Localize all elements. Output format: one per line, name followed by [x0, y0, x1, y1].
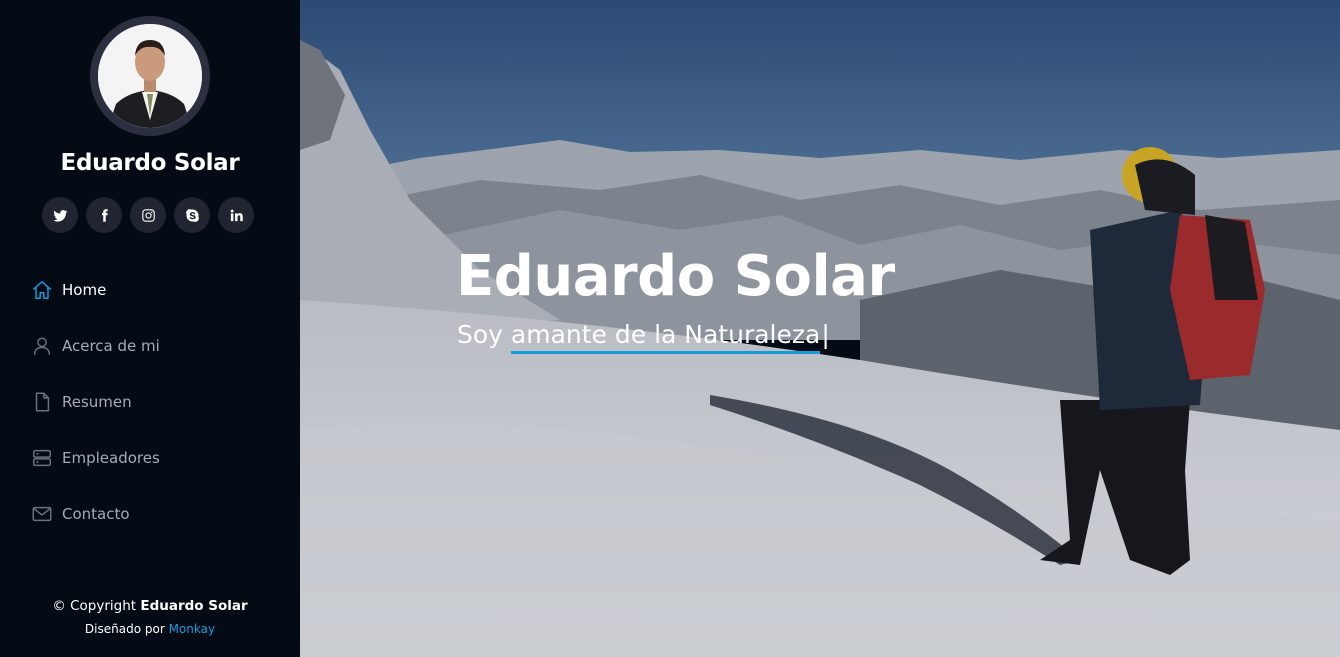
- hero-subtitle: Soy amante de la Naturaleza|: [457, 320, 830, 354]
- nav-label-home: Home: [62, 281, 107, 299]
- hero-section: Eduardo Solar Soy amante de la Naturalez…: [300, 0, 1340, 657]
- nav-item-about[interactable]: Acerca de mi: [0, 318, 300, 374]
- social-links: [42, 197, 254, 233]
- nav-label-resume: Resumen: [62, 393, 132, 411]
- instagram-icon: [141, 208, 155, 222]
- facebook-icon: [101, 208, 108, 222]
- hero-title: Eduardo Solar: [456, 244, 895, 309]
- nav-item-resume[interactable]: Resumen: [0, 374, 300, 430]
- nav-label-employers: Empleadores: [62, 449, 160, 467]
- profile-avatar: [90, 16, 210, 136]
- typing-cursor: |: [821, 320, 830, 349]
- nav-label-contact: Contacto: [62, 505, 130, 523]
- file-icon: [31, 391, 53, 413]
- profile-name: Eduardo Solar: [60, 150, 240, 176]
- nav-item-employers[interactable]: Empleadores: [0, 430, 300, 486]
- copyright: © Copyright Eduardo Solar: [0, 598, 300, 614]
- user-icon: [31, 335, 53, 357]
- server-icon: [31, 447, 53, 469]
- nav-label-about: Acerca de mi: [62, 337, 160, 355]
- copyright-prefix: © Copyright: [52, 598, 141, 614]
- credits: Diseñado por Monkay: [0, 622, 300, 636]
- sidebar-footer: © Copyright Eduardo Solar Diseñado por M…: [0, 598, 300, 636]
- linkedin-link[interactable]: [218, 197, 254, 233]
- main-nav: Home Acerca de mi Resumen Empleadores Co…: [0, 262, 300, 542]
- skype-link[interactable]: [174, 197, 210, 233]
- envelope-icon: [31, 503, 53, 525]
- credits-prefix: Diseñado por: [84, 622, 169, 636]
- facebook-link[interactable]: [86, 197, 122, 233]
- linkedin-icon: [230, 209, 243, 221]
- twitter-link[interactable]: [42, 197, 78, 233]
- hero-typed-text: amante de la Naturaleza: [510, 320, 821, 354]
- copyright-name: Eduardo Solar: [140, 598, 248, 614]
- instagram-link[interactable]: [130, 197, 166, 233]
- designer-link[interactable]: Monkay: [169, 622, 216, 636]
- nav-item-contact[interactable]: Contacto: [0, 486, 300, 542]
- nav-item-home[interactable]: Home: [0, 262, 300, 318]
- skype-icon: [185, 208, 199, 222]
- twitter-icon: [52, 209, 67, 222]
- hero-subtitle-prefix: Soy: [457, 320, 511, 349]
- home-icon: [31, 279, 53, 301]
- profile-photo: [98, 24, 202, 128]
- sidebar: Eduardo Solar Home Acerca de mi Resumen …: [0, 0, 300, 657]
